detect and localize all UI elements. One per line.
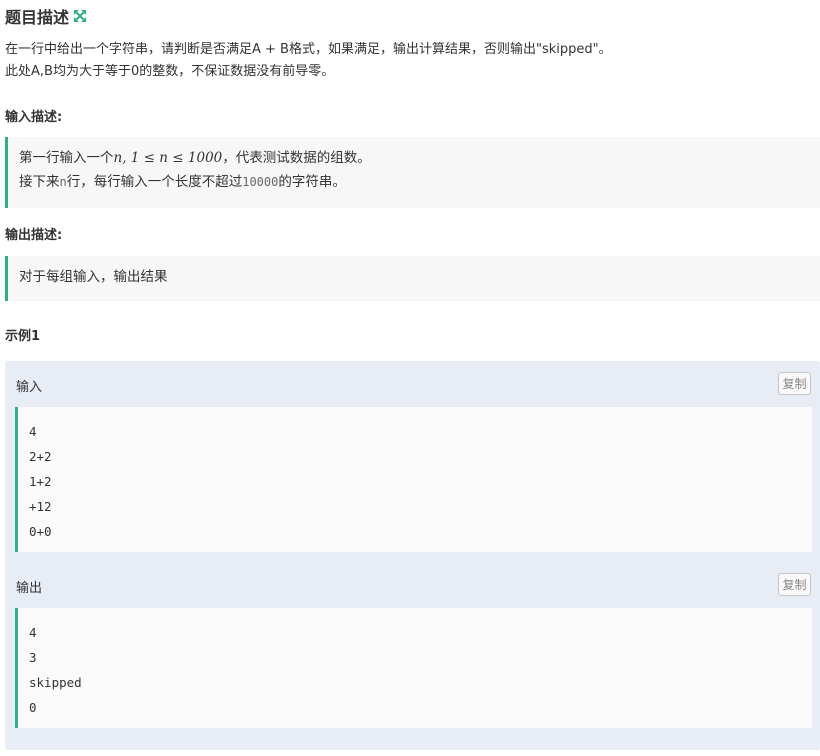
output-line: 0: [29, 700, 37, 715]
description-line-1: 在一行中给出一个字符串，请判断是否满足A + B格式，如果满足，输出计算结果，否…: [5, 42, 612, 57]
copy-output-button[interactable]: 复制: [778, 573, 811, 596]
example-input-code[interactable]: 4 2+2 1+2 +12 0+0: [15, 407, 812, 552]
title-row: 题目描述: [5, 5, 88, 27]
description-line-2: 此处A,B均为大于等于0的整数，不保证数据没有前导零。: [5, 64, 335, 79]
inline-code-n: n: [59, 175, 67, 189]
inline-code-10000: 10000: [242, 175, 279, 189]
problem-description: 在一行中给出一个字符串，请判断是否满足A + B格式，如果满足，输出计算结果，否…: [5, 39, 815, 83]
input-desc-line2-prefix: 接下来: [19, 174, 60, 190]
output-description-box: 对于每组输入，输出结果: [5, 256, 820, 301]
input-line: 0+0: [29, 524, 52, 539]
input-desc-line1-suffix: ，代表测试数据的组数。: [222, 150, 371, 166]
math-1000: 1000: [187, 150, 223, 166]
input-line: 2+2: [29, 449, 52, 464]
math-n-2: n: [159, 150, 168, 166]
example-input-label: 输入: [16, 380, 43, 395]
output-line: skipped: [29, 675, 82, 690]
output-line: 4: [29, 625, 37, 640]
input-description-box: 第一行输入一个n, 1 ≤ n ≤ 1000，代表测试数据的组数。 接下来n行，…: [5, 137, 820, 208]
output-desc-text: 对于每组输入，输出结果: [19, 269, 168, 285]
example-label: 示例1: [5, 329, 41, 344]
input-line: 4: [29, 424, 37, 439]
example-container: 输入 复制 4 2+2 1+2 +12 0+0 输出 复制 4 3 skippe…: [5, 361, 820, 750]
input-desc-line1-prefix: 第一行输入一个: [19, 150, 114, 166]
output-line: 3: [29, 650, 37, 665]
math-le-2: ≤: [168, 150, 188, 166]
page-title: 题目描述: [5, 8, 70, 27]
input-line: 1+2: [29, 474, 52, 489]
example-output-label: 输出: [16, 581, 43, 596]
output-description-label: 输出描述:: [5, 228, 63, 243]
math-n: n: [113, 150, 123, 166]
input-desc-line2-suffix: 的字符串。: [278, 174, 346, 190]
example-output-code[interactable]: 4 3 skipped 0: [15, 608, 812, 728]
input-desc-line-2: 接下来n行，每行输入一个长度不超过10000的字符串。: [19, 170, 809, 194]
expand-arrows-icon[interactable]: [72, 8, 88, 24]
input-description-label: 输入描述:: [5, 110, 63, 125]
math-le-1: ≤: [139, 150, 160, 166]
copy-input-button[interactable]: 复制: [778, 372, 811, 395]
input-line: +12: [29, 499, 52, 514]
math-comma: ,: [122, 150, 131, 166]
input-desc-line-1: 第一行输入一个n, 1 ≤ n ≤ 1000，代表测试数据的组数。: [19, 146, 809, 170]
input-desc-line2-mid: 行，每行输入一个长度不超过: [66, 174, 243, 190]
